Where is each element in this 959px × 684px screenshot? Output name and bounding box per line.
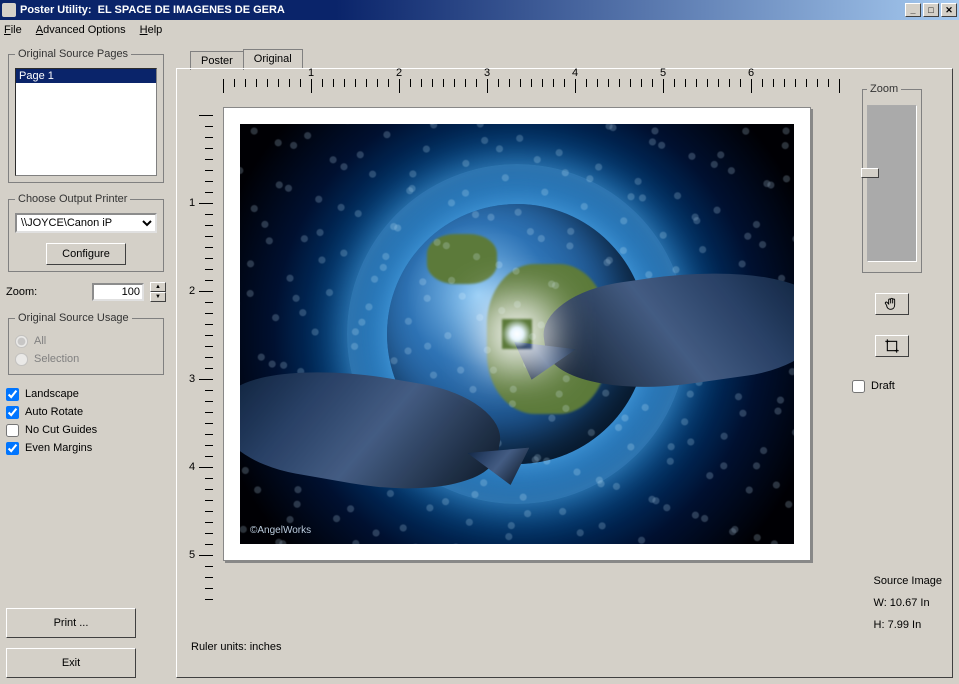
radio-selection-row: Selection	[15, 350, 157, 368]
zoom-slider[interactable]	[867, 105, 917, 262]
preview-image: ©AngelWorks	[240, 124, 794, 544]
watermark: ©AngelWorks	[250, 525, 311, 536]
group-usage: Original Source Usage All Selection	[8, 312, 164, 375]
radio-all-row: All	[15, 332, 157, 350]
chk-evenmargins-label: Even Margins	[25, 442, 92, 454]
maximize-button[interactable]: □	[923, 3, 939, 17]
ruler-units-label: Ruler units: inches	[191, 641, 282, 653]
chk-nocut[interactable]	[6, 424, 19, 437]
chk-autorotate[interactable]	[6, 406, 19, 419]
app-icon	[2, 3, 16, 17]
printer-select[interactable]: \\JOYCE\Canon iP	[15, 213, 157, 233]
ruler-horizontal: 123456	[223, 79, 832, 101]
source-image-width: W: 10.67 In	[874, 597, 942, 609]
zoom-row: Zoom: ▲▼	[6, 282, 166, 302]
list-item[interactable]: Page 1	[16, 69, 156, 83]
zoom-input[interactable]	[92, 283, 144, 301]
radio-selection-label: Selection	[34, 353, 79, 365]
zoom-label: Zoom:	[6, 286, 37, 298]
group-source-pages: Original Source Pages Page 1	[8, 48, 164, 183]
hand-icon	[884, 295, 900, 313]
source-image-height: H: 7.99 In	[874, 619, 942, 631]
source-image-info: Source Image W: 10.67 In H: 7.99 In	[874, 575, 942, 631]
group-source-pages-label: Original Source Pages	[15, 48, 131, 60]
menu-advanced[interactable]: Advanced Options	[36, 24, 126, 36]
chk-draft[interactable]	[852, 380, 865, 393]
tabs: Poster Original	[176, 48, 953, 68]
source-image-title: Source Image	[874, 575, 942, 587]
chk-evenmargins[interactable]	[6, 442, 19, 455]
exit-button[interactable]: Exit	[6, 648, 136, 678]
app-title: Poster Utility: EL SPACE DE IMAGENES DE …	[20, 4, 285, 16]
chk-landscape[interactable]	[6, 388, 19, 401]
chk-nocut-label: No Cut Guides	[25, 424, 97, 436]
group-choose-printer-label: Choose Output Printer	[15, 193, 130, 205]
group-zoom-slider: Zoom	[862, 83, 922, 273]
spin-up-icon[interactable]: ▲	[150, 282, 166, 292]
chk-landscape-label: Landscape	[25, 388, 79, 400]
radio-all-label: All	[34, 335, 46, 347]
zoom-spinner[interactable]: ▲▼	[150, 282, 166, 302]
chk-autorotate-label: Auto Rotate	[25, 406, 83, 418]
group-choose-printer: Choose Output Printer \\JOYCE\Canon iP C…	[8, 193, 164, 272]
menu-file[interactable]: File	[4, 24, 22, 36]
spin-down-icon[interactable]: ▼	[150, 292, 166, 302]
preview-panel: 123456 12345 ©AngelWorks Zoom Draft Rule…	[176, 68, 953, 678]
menu-help[interactable]: Help	[140, 24, 163, 36]
minimize-button[interactable]: _	[905, 3, 921, 17]
close-button[interactable]: ✕	[941, 3, 957, 17]
configure-button[interactable]: Configure	[46, 243, 126, 265]
menu-bar: File Advanced Options Help	[0, 20, 959, 40]
chk-draft-label: Draft	[871, 380, 895, 392]
group-usage-label: Original Source Usage	[15, 312, 132, 324]
group-zoom-label: Zoom	[867, 83, 901, 95]
pan-tool-button[interactable]	[875, 293, 909, 315]
tab-original[interactable]: Original	[243, 49, 303, 68]
print-button[interactable]: Print ...	[6, 608, 136, 638]
source-pages-list[interactable]: Page 1	[15, 68, 157, 176]
zoom-slider-thumb[interactable]	[861, 168, 879, 178]
crop-icon	[884, 337, 900, 355]
page-preview: ©AngelWorks	[223, 107, 811, 561]
ruler-vertical: 12345	[191, 115, 213, 597]
crop-tool-button[interactable]	[875, 335, 909, 357]
radio-all	[15, 335, 28, 348]
radio-selection	[15, 353, 28, 366]
title-bar: Poster Utility: EL SPACE DE IMAGENES DE …	[0, 0, 959, 20]
